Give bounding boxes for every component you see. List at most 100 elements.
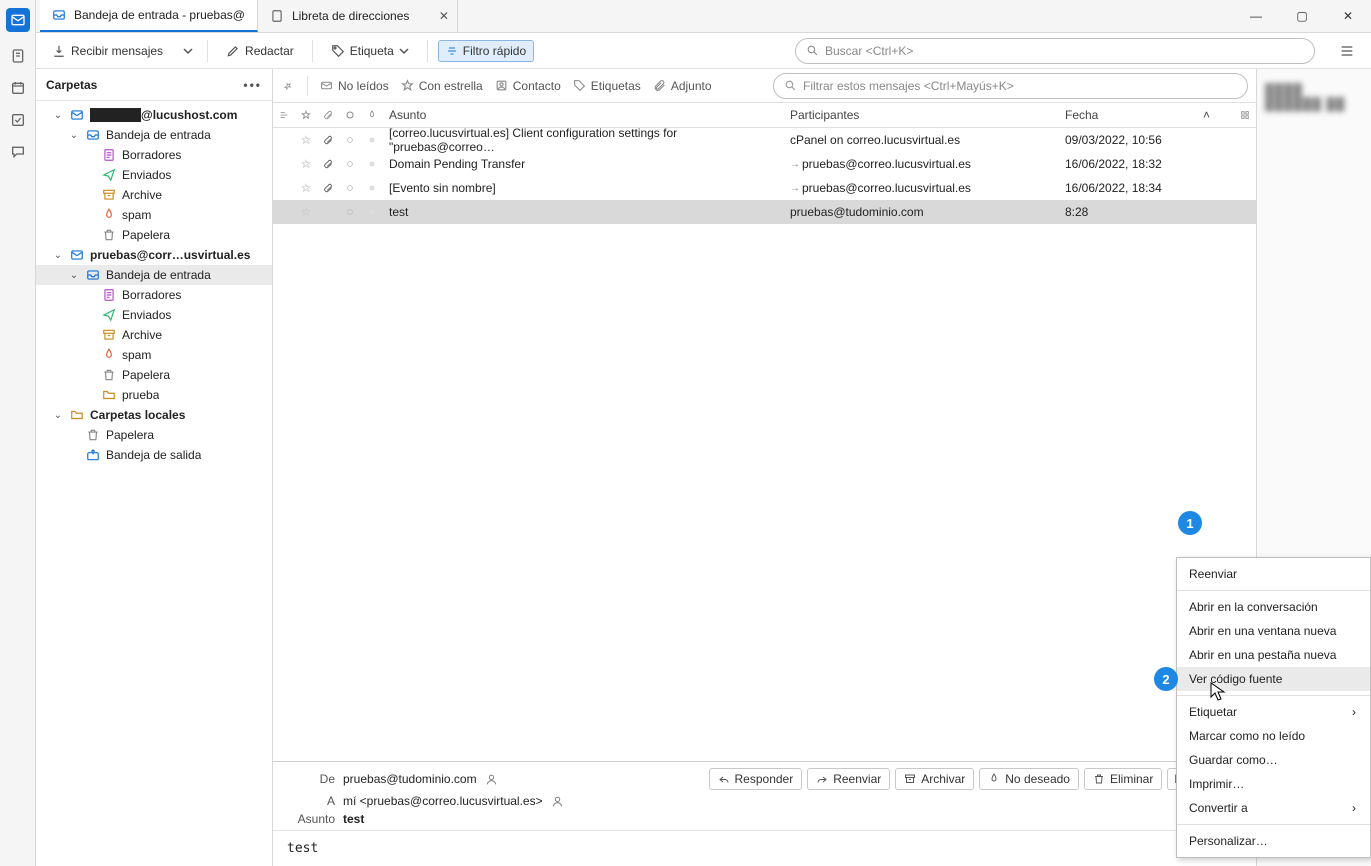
to-value[interactable]: mí <pruebas@correo.lucusvirtual.es> xyxy=(343,794,543,808)
reply-button[interactable]: Responder xyxy=(709,768,803,790)
junk-icon[interactable] xyxy=(361,136,383,144)
twisty-icon[interactable]: ⌄ xyxy=(68,130,80,141)
chat-icon[interactable] xyxy=(10,144,26,160)
folder-papelera[interactable]: Papelera xyxy=(36,365,272,385)
compose-button[interactable]: Redactar xyxy=(218,40,302,62)
pin-filter-icon[interactable] xyxy=(281,79,295,93)
read-icon[interactable] xyxy=(339,184,361,192)
twisty-icon[interactable]: ⌄ xyxy=(68,270,80,281)
global-search-input[interactable]: Buscar <Ctrl+K> xyxy=(795,38,1315,64)
col-attach-icon[interactable] xyxy=(317,109,339,121)
blurred-content: ████ ██████ ██ xyxy=(1257,69,1371,125)
addressbook-icon[interactable] xyxy=(10,48,26,64)
quickfilter-button[interactable]: Filtro rápido xyxy=(438,40,534,62)
chevron-right-icon: › xyxy=(1352,705,1356,719)
message-row[interactable]: Domain Pending Transfer→pruebas@correo.l… xyxy=(273,152,1256,176)
twisty-icon[interactable]: ⌄ xyxy=(52,110,64,121)
twisty-icon[interactable]: ⌄ xyxy=(52,250,64,261)
folder--lucushost-com[interactable]: ⌄██████@lucushost.com xyxy=(36,105,272,125)
menu-reenviar[interactable]: Reenviar xyxy=(1177,562,1370,586)
folder-spam[interactable]: spam xyxy=(36,345,272,365)
junk-button[interactable]: No deseado xyxy=(979,768,1079,790)
receive-button[interactable]: Recibir mensajes xyxy=(44,40,171,62)
close-button[interactable]: ✕ xyxy=(1325,0,1371,32)
message-row[interactable]: [correo.lucusvirtual.es] Client configur… xyxy=(273,128,1256,152)
menu-convertir-a[interactable]: Convertir a› xyxy=(1177,796,1370,820)
col-picker-icon[interactable] xyxy=(1234,109,1256,121)
folder-spam[interactable]: spam xyxy=(36,205,272,225)
filter-tags[interactable]: Etiquetas xyxy=(573,79,641,93)
filter-unread[interactable]: No leídos xyxy=(320,79,389,93)
filter-starred[interactable]: Con estrella xyxy=(401,79,483,93)
row-subject: [correo.lucusvirtual.es] Client configur… xyxy=(383,126,784,154)
col-thread-icon[interactable] xyxy=(273,109,295,121)
folder-prueba[interactable]: prueba xyxy=(36,385,272,405)
menu-abrir-en-la-conversaci-n[interactable]: Abrir en la conversación xyxy=(1177,595,1370,619)
menu-marcar-como-no-le-do[interactable]: Marcar como no leído xyxy=(1177,724,1370,748)
menu-ver-c-digo-fuente[interactable]: Ver código fuente xyxy=(1177,667,1370,691)
filter-contact[interactable]: Contacto xyxy=(495,79,561,93)
filter-messages-input[interactable]: Filtrar estos mensajes <Ctrl+Mayús+K> xyxy=(773,73,1248,99)
contact-icon[interactable] xyxy=(485,772,499,786)
archive-button[interactable]: Archivar xyxy=(895,768,974,790)
folder-borradores[interactable]: Borradores xyxy=(36,145,272,165)
menu-abrir-en-una-pesta-a-nueva[interactable]: Abrir en una pestaña nueva xyxy=(1177,643,1370,667)
message-reader: De pruebas@tudominio.com Responder Reenv… xyxy=(273,761,1256,866)
mail-app-icon[interactable] xyxy=(6,8,30,32)
folder-bandeja-de-entrada[interactable]: ⌄Bandeja de entrada xyxy=(36,265,272,285)
folders-menu-icon[interactable]: ••• xyxy=(243,78,262,92)
junk-icon[interactable] xyxy=(361,160,383,168)
tab-inbox[interactable]: Bandeja de entrada - pruebas@ xyxy=(40,0,258,32)
star-icon[interactable] xyxy=(295,134,317,146)
filter-attach[interactable]: Adjunto xyxy=(653,79,712,93)
folder-archive[interactable]: Archive xyxy=(36,185,272,205)
message-row[interactable]: testpruebas@tudominio.com8:28 xyxy=(273,200,1256,224)
subject-value: test xyxy=(343,812,364,826)
menu-guardar-como-[interactable]: Guardar como… xyxy=(1177,748,1370,772)
folder-carpetas-locales[interactable]: ⌄Carpetas locales xyxy=(36,405,272,425)
folder-archive[interactable]: Archive xyxy=(36,325,272,345)
col-subject[interactable]: Asunto xyxy=(383,108,784,122)
minimize-button[interactable]: — xyxy=(1233,0,1279,32)
tab-addressbook[interactable]: Libreta de direcciones ✕ xyxy=(258,0,458,32)
app-menu-button[interactable] xyxy=(1331,39,1363,63)
read-icon[interactable] xyxy=(339,208,361,216)
tasks-icon[interactable] xyxy=(10,112,26,128)
calendar-icon[interactable] xyxy=(10,80,26,96)
folder-papelera[interactable]: Papelera xyxy=(36,425,272,445)
junk-icon[interactable] xyxy=(361,208,383,216)
menu-personalizar-[interactable]: Personalizar… xyxy=(1177,829,1370,853)
col-participants[interactable]: Participantes xyxy=(784,108,1059,122)
menu-etiquetar[interactable]: Etiquetar› xyxy=(1177,700,1370,724)
col-date[interactable]: Fecha˄ xyxy=(1059,108,1234,122)
col-read-icon[interactable] xyxy=(339,110,361,120)
folder-bandeja-de-entrada[interactable]: ⌄Bandeja de entrada xyxy=(36,125,272,145)
from-value[interactable]: pruebas@tudominio.com xyxy=(343,772,477,786)
col-star-icon[interactable] xyxy=(295,109,317,121)
folder-papelera[interactable]: Papelera xyxy=(36,225,272,245)
read-icon[interactable] xyxy=(339,160,361,168)
close-icon[interactable]: ✕ xyxy=(439,9,449,23)
forward-button[interactable]: Reenviar xyxy=(807,768,890,790)
folder-enviados[interactable]: Enviados xyxy=(36,165,272,185)
read-icon[interactable] xyxy=(339,136,361,144)
menu-imprimir-[interactable]: Imprimir… xyxy=(1177,772,1370,796)
star-icon[interactable] xyxy=(295,206,317,218)
folder-enviados[interactable]: Enviados xyxy=(36,305,272,325)
twisty-icon[interactable]: ⌄ xyxy=(52,410,64,421)
tag-button[interactable]: Etiqueta xyxy=(323,40,417,62)
folder-pruebas-corr-usvirtual-es[interactable]: ⌄pruebas@corr…usvirtual.es xyxy=(36,245,272,265)
delete-button[interactable]: Eliminar xyxy=(1084,768,1162,790)
star-icon[interactable] xyxy=(295,182,317,194)
col-junk-icon[interactable] xyxy=(361,109,383,121)
maximize-button[interactable]: ▢ xyxy=(1279,0,1325,32)
folder-bandeja-de-salida[interactable]: Bandeja de salida xyxy=(36,445,272,465)
folder-borradores[interactable]: Borradores xyxy=(36,285,272,305)
menu-abrir-en-una-ventana-nueva[interactable]: Abrir en una ventana nueva xyxy=(1177,619,1370,643)
outbox-icon xyxy=(86,448,100,462)
receive-dropdown[interactable] xyxy=(179,42,197,60)
contact-icon[interactable] xyxy=(551,794,565,808)
message-row[interactable]: [Evento sin nombre]→pruebas@correo.lucus… xyxy=(273,176,1256,200)
junk-icon[interactable] xyxy=(361,184,383,192)
star-icon[interactable] xyxy=(295,158,317,170)
